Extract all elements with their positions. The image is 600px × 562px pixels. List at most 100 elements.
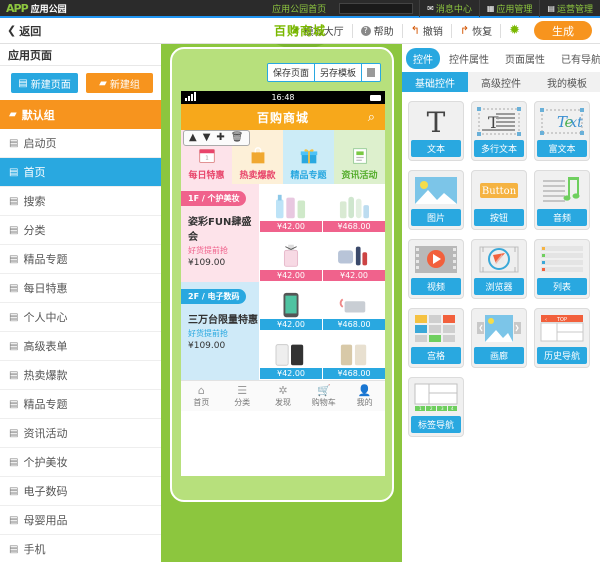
panel-tab-1[interactable]: 控件属性 [442, 48, 496, 69]
new-group-button[interactable]: ▰ 新建组 [86, 73, 153, 93]
widget-标签导航[interactable]: 1 2 3 4 标签导航 [408, 377, 464, 437]
panel-subtab-0[interactable]: 基础控件 [402, 72, 468, 92]
preview-icon[interactable] [362, 64, 380, 81]
sidebar-item-12[interactable]: ▤ 个护美妆 [0, 448, 161, 477]
panel-subtab-1[interactable]: 高级控件 [468, 72, 534, 92]
category-row: 1 每日特惠 ▲ ▼ ✚ 🗑 热卖爆款 精品专题 资讯活动 [181, 130, 385, 184]
global-search-input[interactable] [339, 2, 414, 14]
widget-历史导航[interactable]: TOP ‹ 历史导航 [534, 308, 590, 368]
template-hall-button[interactable]: ★ 模板大厅 [284, 23, 353, 38]
floor-title: 三万台限量特惠 [188, 315, 258, 326]
product-cell[interactable]: ¥468.00 [322, 184, 385, 233]
svg-text:1: 1 [205, 156, 209, 162]
sidebar-item-13[interactable]: ▤ 电子数码 [0, 477, 161, 506]
doc-icon: ▤ [9, 485, 19, 497]
widget-多行文本[interactable]: T 多行文本 [471, 101, 527, 161]
generate-button[interactable]: 生成 [534, 21, 592, 40]
svg-text:T: T [427, 106, 446, 137]
settings-button[interactable]: ✹ [501, 23, 528, 38]
product-image [335, 290, 373, 323]
add-icon[interactable]: ✚ [216, 133, 224, 143]
help-button[interactable]: ? 帮助 [353, 23, 403, 38]
widget-按钮[interactable]: Button 按钮 [471, 170, 527, 230]
sidebar-item-10[interactable]: ▤ 精品专题 [0, 390, 161, 419]
gear-icon: ✹ [509, 23, 520, 38]
new-page-button[interactable]: ▤ 新建页面 [11, 73, 78, 93]
app-root: APP 应用公园 应用公园首页 ✉ 消息中心 ▦ 应用管理 ▤ 运营管理 ❮ 返… [0, 0, 600, 562]
grid-widget-icon [411, 312, 461, 345]
tabbar-item-0[interactable]: ⌂ 首页 [181, 381, 222, 411]
panel-tab-0[interactable]: 控件 [406, 47, 440, 69]
floor-banner[interactable]: 2F / 电子数码 三万台限量特惠 好货提前抢 ¥109.00 [181, 282, 259, 380]
topbar-item-ops-manage[interactable]: ▤ 运营管理 [539, 0, 600, 17]
sidebar-item-7[interactable]: ▤ 个人中心 [0, 303, 161, 332]
tabbar-label: 分类 [234, 397, 251, 407]
floor-banner[interactable]: 1F / 个护美妆 姿彩FUN肆盛会 好货提前抢 ¥109.00 [181, 184, 259, 282]
undo-button[interactable]: ↰ 撤销 [403, 23, 452, 38]
save-as-template-button[interactable]: 另存模板 [314, 64, 362, 81]
panel-subtab-2[interactable]: 我的模板 [534, 72, 600, 92]
product-cell[interactable]: ¥468.00 [322, 331, 385, 380]
redo-button[interactable]: ↱ 恢复 [452, 23, 502, 38]
tab-nav-icon: 1234 [411, 381, 461, 414]
topbar-item-messages[interactable]: ✉ 消息中心 [419, 0, 479, 17]
widget-画廊[interactable]: 画廊 [471, 308, 527, 368]
panel-tab-3[interactable]: 已有导航 [554, 48, 600, 69]
widget-列表[interactable]: 列表 [534, 239, 590, 299]
widget-音频[interactable]: 音频 [534, 170, 590, 230]
phone-toolbar: 保存页面 另存模板 [266, 63, 381, 82]
history-nav-icon: TOP ‹ [537, 312, 587, 345]
move-down-icon[interactable]: ▼ [203, 133, 211, 143]
product-cell[interactable]: ¥42.00 [322, 233, 385, 282]
category-cell-2[interactable]: 精品专题 [283, 130, 334, 184]
doc-icon: ▤ [9, 195, 19, 207]
widget-label: 图片 [411, 209, 461, 226]
sidebar-item-2[interactable]: ▤ 首页 [0, 158, 161, 187]
topbar-actions: 应用公园首页 ✉ 消息中心 ▦ 应用管理 ▤ 运营管理 [265, 0, 600, 17]
tabbar-item-4[interactable]: 👤 我的 [344, 381, 385, 411]
category-cell-0[interactable]: 1 每日特惠 ▲ ▼ ✚ 🗑 [181, 130, 250, 184]
sidebar-item-1[interactable]: ▤ 启动页 [0, 129, 161, 158]
sidebar-item-14[interactable]: ▤ 母婴用品 [0, 506, 161, 535]
tabbar-item-2[interactable]: ✲ 发现 [263, 381, 304, 411]
sidebar-item-15[interactable]: ▤ 手机 [0, 535, 161, 562]
save-page-button[interactable]: 保存页面 [267, 64, 315, 81]
sidebar-item-0[interactable]: ▰ 默认组 [0, 100, 161, 129]
sidebar-item-3[interactable]: ▤ 搜索 [0, 187, 161, 216]
widget-宫格[interactable]: 宫格 [408, 308, 464, 368]
topbar-item-app-manage[interactable]: ▦ 应用管理 [478, 0, 540, 17]
sidebar-item-8[interactable]: ▤ 高级表单 [0, 332, 161, 361]
product-cell[interactable]: ¥42.00 [259, 282, 322, 331]
back-button[interactable]: ❮ 返回 [0, 23, 41, 39]
svg-text:Button: Button [482, 186, 517, 197]
sidebar-item-6[interactable]: ▤ 每日特惠 [0, 274, 161, 303]
audio-icon [537, 174, 587, 207]
product-cell[interactable]: ¥468.00 [322, 282, 385, 331]
tabbar-item-3[interactable]: 🛒 购物车 [303, 381, 344, 411]
sidebar-item-11[interactable]: ▤ 资讯活动 [0, 419, 161, 448]
doc-icon: ▤ [9, 282, 19, 294]
topbar-item-home[interactable]: 应用公园首页 [265, 0, 333, 17]
sidebar-item-9[interactable]: ▤ 热卖爆款 [0, 361, 161, 390]
widget-富文本[interactable]: Te xt 富文本 [534, 101, 590, 161]
folder-icon: ▰ [99, 77, 107, 89]
floor-tag: 2F / 电子数码 [181, 289, 246, 304]
widget-文本[interactable]: T 文本 [408, 101, 464, 161]
panel-tab-2[interactable]: 页面属性 [498, 48, 552, 69]
widget-图片[interactable]: 图片 [408, 170, 464, 230]
sidebar-item-5[interactable]: ▤ 精品专题 [0, 245, 161, 274]
sidebar-item-4[interactable]: ▤ 分类 [0, 216, 161, 245]
product-cell[interactable]: ¥42.00 [259, 233, 322, 282]
product-cell[interactable]: ¥42.00 [259, 331, 322, 380]
category-cell-3[interactable]: 资讯活动 [334, 130, 385, 184]
product-cell[interactable]: ¥42.00 [259, 184, 322, 233]
tabbar-item-1[interactable]: ☰ 分类 [222, 381, 263, 411]
widget-label: 文本 [411, 140, 461, 157]
search-icon[interactable]: ⌕ [368, 110, 376, 125]
widget-浏览器[interactable]: 浏览器 [471, 239, 527, 299]
button-icon: Button [474, 174, 524, 207]
widget-视频[interactable]: 视频 [408, 239, 464, 299]
move-up-icon[interactable]: ▲ [189, 133, 197, 143]
delete-icon[interactable]: 🗑 [231, 133, 244, 143]
multiline-text-icon: T [474, 105, 524, 138]
